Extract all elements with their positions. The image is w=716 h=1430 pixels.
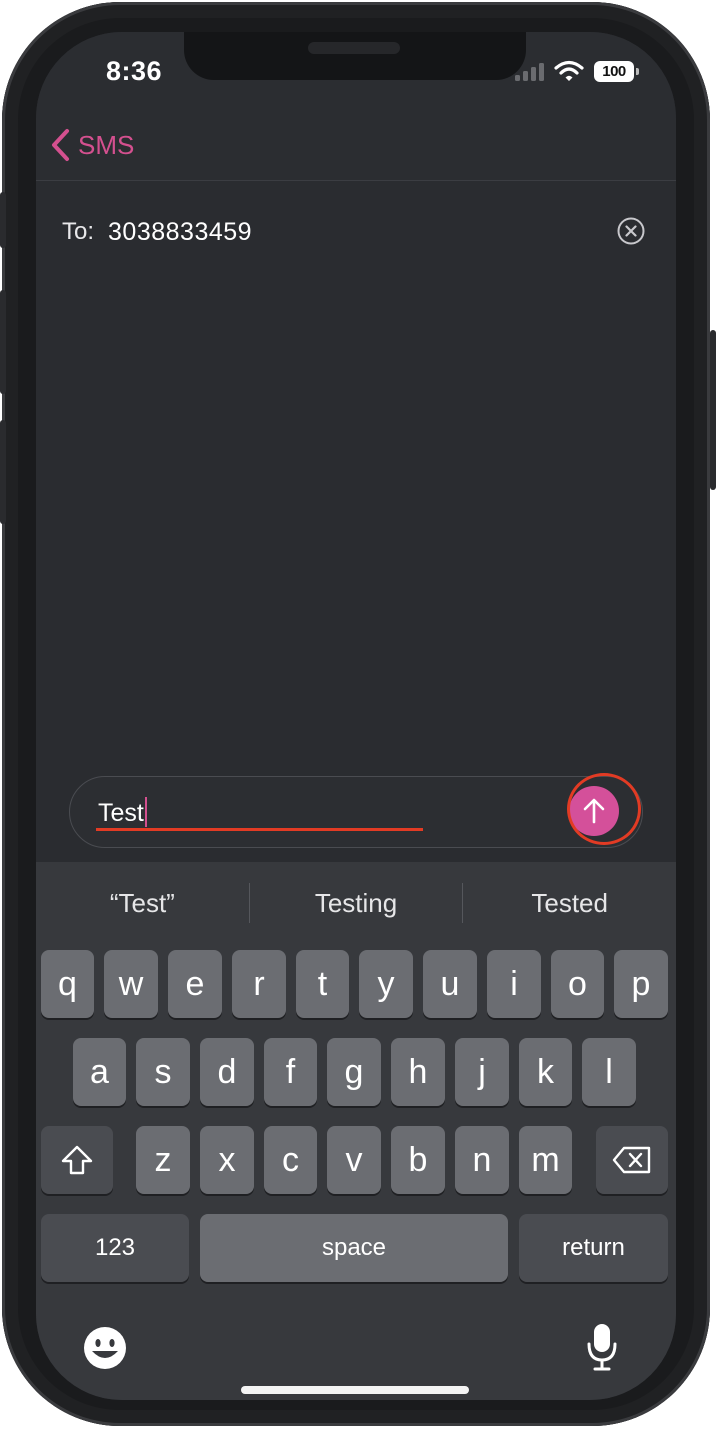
key-q[interactable]: q — [41, 950, 94, 1018]
volume-up-button — [0, 290, 6, 394]
message-text-value: Test — [98, 799, 144, 827]
arrow-up-icon — [583, 798, 605, 824]
return-key[interactable]: return — [519, 1214, 668, 1282]
keyboard: “Test” Testing Tested q w e r t y u i o … — [36, 862, 676, 1400]
recipient-value[interactable]: 3038833459 — [108, 218, 252, 247]
key-w[interactable]: w — [104, 950, 158, 1018]
key-j[interactable]: j — [455, 1038, 509, 1106]
key-g[interactable]: g — [327, 1038, 381, 1106]
suggestion-item[interactable]: Tested — [463, 888, 676, 919]
key-u[interactable]: u — [423, 950, 477, 1018]
key-z[interactable]: z — [136, 1126, 190, 1194]
key-o[interactable]: o — [551, 950, 604, 1018]
screen: SMS 8:36 100 To: 3038833459 Test “Test” … — [36, 32, 676, 1400]
wifi-icon — [554, 60, 584, 81]
message-input[interactable]: Test — [69, 776, 643, 848]
highlight-underline — [96, 828, 423, 831]
space-key[interactable]: space — [200, 1214, 508, 1282]
key-i[interactable]: i — [487, 950, 541, 1018]
key-e[interactable]: e — [168, 950, 222, 1018]
key-k[interactable]: k — [519, 1038, 572, 1106]
key-h[interactable]: h — [391, 1038, 445, 1106]
power-button — [710, 330, 716, 490]
battery-icon: 100 — [594, 60, 639, 82]
recipient-label: To: — [62, 218, 95, 245]
speaker — [308, 42, 400, 54]
key-l[interactable]: l — [582, 1038, 636, 1106]
chevron-left-icon — [52, 129, 69, 161]
key-t[interactable]: t — [296, 950, 349, 1018]
numbers-key[interactable]: 123 — [41, 1214, 189, 1282]
send-button[interactable] — [569, 786, 619, 836]
emoji-icon[interactable] — [82, 1325, 128, 1371]
volume-down-button — [0, 420, 6, 524]
shift-icon — [61, 1145, 93, 1175]
delete-key[interactable] — [596, 1126, 668, 1194]
microphone-icon[interactable] — [586, 1322, 618, 1372]
clear-recipient-icon[interactable] — [616, 216, 646, 246]
key-p[interactable]: p — [614, 950, 668, 1018]
key-v[interactable]: v — [327, 1126, 381, 1194]
back-button[interactable]: SMS — [50, 128, 134, 162]
text-cursor — [144, 797, 147, 827]
recipient-row[interactable]: To: 3038833459 — [62, 214, 646, 250]
key-m[interactable]: m — [519, 1126, 572, 1194]
shift-key[interactable] — [41, 1126, 113, 1194]
key-x[interactable]: x — [200, 1126, 254, 1194]
key-c[interactable]: c — [264, 1126, 317, 1194]
suggestion-item[interactable]: “Test” — [36, 888, 249, 919]
backspace-icon — [612, 1146, 651, 1174]
key-y[interactable]: y — [359, 950, 413, 1018]
message-text[interactable]: Test — [98, 797, 147, 828]
key-a[interactable]: a — [73, 1038, 126, 1106]
key-r[interactable]: r — [232, 950, 286, 1018]
status-time: 8:36 — [106, 56, 163, 86]
key-b[interactable]: b — [391, 1126, 445, 1194]
key-n[interactable]: n — [455, 1126, 509, 1194]
key-s[interactable]: s — [136, 1038, 190, 1106]
cellular-signal-icon — [515, 61, 544, 81]
key-d[interactable]: d — [200, 1038, 254, 1106]
suggestion-bar: “Test” Testing Tested — [36, 862, 676, 944]
suggestion-item[interactable]: Testing — [250, 888, 463, 919]
notch — [184, 32, 526, 80]
status-icons: 100 — [515, 60, 639, 82]
key-f[interactable]: f — [264, 1038, 317, 1106]
back-label: SMS — [78, 129, 135, 160]
home-indicator[interactable] — [241, 1386, 469, 1394]
silent-switch — [0, 192, 6, 248]
